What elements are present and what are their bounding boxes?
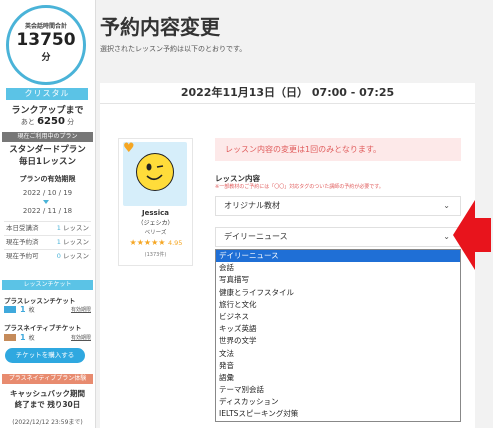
chevron-down-icon [43,200,49,204]
stat-row: 現在予約可 0 レッスン [4,249,91,263]
ticket-2-expiry-link[interactable]: 有効期限 [71,334,91,341]
chevron-down-icon: ⌄ [443,201,450,210]
dropdown-option[interactable]: ディスカッション [216,396,460,408]
material-select[interactable]: オリジナル教材 ⌄ [215,196,461,216]
dropdown-option[interactable]: キッズ英語 [216,323,460,335]
rank-badge: クリスタル [6,88,88,100]
rankup-remaining: あと 6250 分 [0,116,95,127]
dropdown-option[interactable]: 健康とライフスタイル [216,287,460,299]
plan-name-line1: スタンダードプラン [9,145,86,155]
stat-unit: レッスン [63,224,89,232]
tutor-name: Jessica [142,209,169,217]
dropdown-option[interactable]: IELTSスピーキング対策 [216,408,460,420]
dropdown-option[interactable]: ビジネス [216,311,460,323]
cashback-line2: 終了まで 残り30日 [14,400,81,409]
dropdown-option[interactable]: 語彙 [216,372,460,384]
ticket-header: レッスンチケット [2,280,93,290]
buy-ticket-button[interactable]: チケットを購入する [5,348,85,363]
lesson-stats: 本日受講済 1 レッスン 現在予約済 1 レッスン 現在予約可 0 レッスン [4,221,91,263]
total-time-value: 13750 [16,30,76,50]
stat-value: 1 [56,238,61,246]
chevron-down-icon: ⌄ [443,232,450,241]
tutor-avatar-emoji [136,153,174,191]
stat-label: 現在予約可 [6,252,39,260]
stat-row: 現在予約済 1 レッスン [4,235,91,249]
stat-value: 1 [56,224,61,232]
sidebar: 英会話時間合計 13750 分 クリスタル ランクアップまで あと 6250 分… [0,0,96,428]
change-limit-alert: レッスン内容の変更は1回のみとなります。 [215,138,461,161]
stat-value: 0 [56,252,61,260]
ticket-2-name: プラスネイティブチケット [4,324,82,332]
ticket-2-unit: 枚 [28,335,35,342]
heart-icon[interactable]: ♥ [123,142,135,155]
dropdown-option[interactable]: 文法 [216,348,460,360]
tutor-nationality: ベリーズ [144,230,167,236]
topic-select[interactable]: デイリーニュース ⌄ [215,227,461,247]
ticket-1-name: プラスレッスンチケット [4,297,76,305]
page-subtitle: 選択されたレッスン予約は以下のとおりです。 [100,45,247,53]
plan-name-line2: 毎日1レッスン [19,157,76,167]
rankup-value: 6250 [37,116,65,127]
star-icons: ★★★★★ [129,238,166,247]
page-title: 予約内容変更 [100,15,220,39]
ticket-2-row: 1 枚 有効期限 [4,333,91,342]
lesson-date: 2022年11月13日（日） 07:00 - 07:25 [100,83,475,104]
ticket-1-expiry-link[interactable]: 有効期限 [71,306,91,313]
lesson-content-note: ※一部教材のご予約には「〇〇」対応タグのついた講師の予約が必要です。 [215,184,384,190]
rating-value: 4.95 [167,239,183,247]
topic-select-value: デイリーニュース [224,232,288,241]
dropdown-option[interactable]: 会話 [216,262,460,274]
ticket-2-count: 1 [20,333,26,342]
plan-header: 現在ご利用中のプラン [2,132,93,142]
valid-from: 2022 / 10 / 19 [22,189,73,197]
material-select-value: オリジナル教材 [224,201,280,210]
topic-dropdown-list[interactable]: デイリーニュース 会話 写真描写 健康とライフスタイル 旅行と文化 ビジネス キ… [215,249,461,422]
promo-header: プラスネイティブプラン体験 [2,374,93,384]
dropdown-option[interactable]: テーマ別会話 [216,384,460,396]
cashback-info: キャッシュバック期間 終了まで 残り30日 [0,388,95,410]
ticket-icon [4,306,16,313]
dropdown-option[interactable]: デイリーニュース [216,250,460,263]
ticket-1-row: 1 枚 有効期限 [4,305,91,314]
dropdown-option[interactable]: 写真描写 [216,274,460,286]
stat-row: 本日受講済 1 レッスン [4,221,91,235]
valid-to: 2022 / 11 / 18 [22,207,73,215]
cashback-line1: キャッシュバック期間 [10,389,85,398]
plan-name: スタンダードプラン 毎日1レッスン [0,144,95,168]
dropdown-option[interactable]: 発音 [216,360,460,372]
rankup-label: ランクアップまで [11,106,84,116]
rankup-prefix: あと [20,118,35,126]
left-arrow-icon [453,200,491,270]
tutor-card[interactable]: ♥ Jessica （ジェシカ） ベリーズ ★★★★★ 4.95 (1373件) [118,138,193,266]
ticket-1-count: 1 [20,305,26,314]
valid-label: プランの有効期限 [19,175,76,183]
ticket-1-unit: 枚 [28,307,35,314]
stat-unit: レッスン [63,252,89,260]
ticket-icon [4,334,16,341]
total-time-unit: 分 [41,53,51,63]
stat-unit: レッスン [63,238,89,246]
cashback-date: (2022/12/12 23:59まで) [12,419,83,426]
total-time-circle: 英会話時間合計 13750 分 [6,5,86,85]
dropdown-option[interactable]: 旅行と文化 [216,299,460,311]
dropdown-option[interactable]: 世界の文学 [216,335,460,347]
review-count: (1373件) [144,252,167,258]
tutor-rating: ★★★★★ 4.95 [121,238,191,247]
total-time-label: 英会話時間合計 [24,23,67,30]
tutor-kana: （ジェシカ） [137,220,174,227]
stat-label: 本日受講済 [6,224,39,232]
stat-label: 現在予約済 [6,238,39,246]
rankup-unit: 分 [67,118,75,126]
